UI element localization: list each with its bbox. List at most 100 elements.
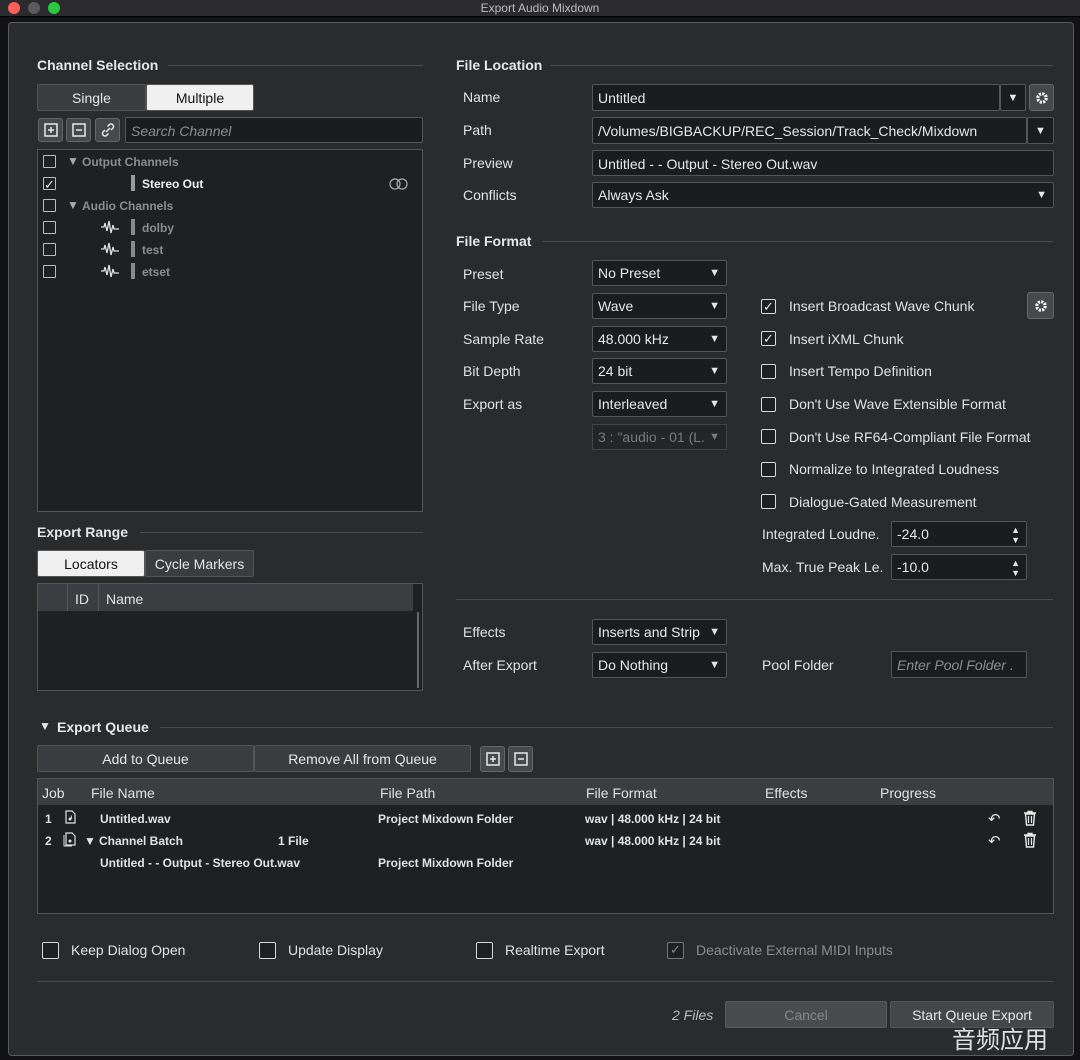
waveform-icon — [100, 220, 120, 237]
collapse-all-icon[interactable] — [66, 118, 91, 142]
stepper-arrows-icon[interactable]: ▲ ▼ — [1011, 558, 1020, 578]
true-peak-stepper[interactable]: -10.0 ▲ ▼ — [891, 554, 1027, 580]
queue-file-name[interactable]: Untitled.wav — [100, 812, 171, 826]
gear-icon[interactable] — [1029, 84, 1054, 111]
tab-locators[interactable]: Locators — [37, 550, 145, 577]
undo-icon[interactable]: ↶ — [988, 832, 1001, 850]
range-table-header — [38, 584, 413, 611]
conflicts-select[interactable]: Always Ask ▼ — [592, 182, 1054, 208]
audio-channels-group: Audio Channels — [82, 199, 174, 213]
queue-file-count: 1 File — [278, 834, 309, 848]
etset-checkbox[interactable] — [43, 265, 56, 278]
name-dropdown-button[interactable]: ▼ — [1000, 84, 1026, 111]
channel-value: 3 : "audio - 01 (L. — [598, 429, 705, 445]
name-input[interactable]: Untitled — [592, 84, 1000, 111]
wave-extensible-label: Don't Use Wave Extensible Format — [789, 396, 1006, 412]
divider — [168, 65, 423, 66]
gear-icon[interactable] — [1027, 292, 1054, 319]
keep-dialog-open-label: Keep Dialog Open — [71, 942, 186, 958]
column-header-name[interactable]: Name — [106, 591, 143, 607]
pool-folder-input[interactable]: Enter Pool Folder . — [891, 651, 1027, 678]
channel-item-dolby[interactable]: dolby — [142, 221, 174, 235]
preset-select[interactable]: No Preset ▼ — [592, 260, 727, 286]
tab-cycle-markers[interactable]: Cycle Markers — [145, 550, 254, 577]
stepper-arrows-icon[interactable]: ▲ ▼ — [1011, 525, 1020, 545]
audio-channels-checkbox[interactable] — [43, 199, 56, 212]
chevron-down-icon: ▼ — [709, 398, 720, 410]
trash-icon[interactable] — [1022, 810, 1038, 829]
insert-broadcast-wave-checkbox[interactable]: ✓ — [761, 299, 776, 314]
column-header-progress[interactable]: Progress — [880, 785, 936, 801]
keep-dialog-open-checkbox[interactable] — [42, 942, 59, 959]
conflicts-label: Conflicts — [463, 187, 517, 203]
chevron-down-icon[interactable]: ▼ — [67, 154, 79, 168]
export-as-select[interactable]: Interleaved ▼ — [592, 391, 727, 417]
wave-extensible-checkbox[interactable] — [761, 397, 776, 412]
divider — [542, 241, 1053, 242]
dolby-checkbox[interactable] — [43, 221, 56, 234]
files-count: 2 Files — [672, 1007, 714, 1023]
multiple-mode-button[interactable]: Multiple — [146, 84, 254, 111]
integrated-loudness-stepper[interactable]: -24.0 ▲ ▼ — [891, 521, 1027, 547]
effects-select[interactable]: Inserts and Strip ▼ — [592, 619, 727, 645]
file-type-select[interactable]: Wave ▼ — [592, 293, 727, 319]
divider — [67, 584, 68, 611]
cancel-button[interactable]: Cancel — [725, 1001, 887, 1028]
sample-rate-select[interactable]: 48.000 kHz ▼ — [592, 326, 727, 352]
normalize-loudness-checkbox[interactable] — [761, 462, 776, 477]
title-bar: Export Audio Mixdown — [0, 0, 1080, 17]
batch-file-icon — [63, 832, 76, 850]
column-header-file-path[interactable]: File Path — [380, 785, 435, 801]
scrollbar[interactable] — [417, 612, 419, 688]
column-header-file-name[interactable]: File Name — [91, 785, 155, 801]
output-channels-checkbox[interactable] — [43, 155, 56, 168]
column-header-file-format[interactable]: File Format — [586, 785, 657, 801]
pool-folder-label: Pool Folder — [762, 657, 834, 673]
single-mode-button[interactable]: Single — [37, 84, 146, 111]
chevron-down-icon[interactable]: ▼ — [39, 719, 51, 733]
column-header-job[interactable]: Job — [42, 785, 65, 801]
divider — [98, 584, 99, 611]
queue-file-name[interactable]: Channel Batch — [99, 834, 183, 848]
channel-item-test[interactable]: test — [142, 243, 163, 257]
dialogue-gated-checkbox[interactable] — [761, 494, 776, 509]
column-header-id[interactable]: ID — [75, 591, 89, 607]
realtime-export-label: Realtime Export — [505, 942, 605, 958]
realtime-export-checkbox[interactable] — [476, 942, 493, 959]
name-label: Name — [463, 89, 501, 105]
search-channel-input[interactable]: Search Channel — [125, 117, 423, 143]
channel-item-stereo-out[interactable]: Stereo Out — [142, 177, 203, 191]
update-display-checkbox[interactable] — [259, 942, 276, 959]
file-location-heading: File Location — [456, 57, 543, 73]
expand-all-icon[interactable] — [38, 118, 63, 142]
trash-icon[interactable] — [1022, 832, 1038, 851]
chevron-down-icon: ▼ — [709, 333, 720, 345]
stereo-out-checkbox[interactable]: ✓ — [43, 177, 56, 191]
rf64-label: Don't Use RF64-Compliant File Format — [789, 429, 1031, 445]
chevron-down-icon: ▼ — [709, 431, 720, 443]
channel-item-etset[interactable]: etset — [142, 265, 170, 279]
chevron-down-icon[interactable]: ▼ — [67, 198, 79, 212]
path-input[interactable]: /Volumes/BIGBACKUP/REC_Session/Track_Che… — [592, 117, 1027, 144]
insert-tempo-checkbox[interactable] — [761, 364, 776, 379]
link-icon[interactable] — [95, 118, 120, 142]
channel-color-strip — [131, 219, 135, 235]
test-checkbox[interactable] — [43, 243, 56, 256]
true-peak-label: Max. True Peak Le. — [762, 559, 884, 575]
column-header-effects[interactable]: Effects — [765, 785, 808, 801]
channel-color-strip — [131, 175, 135, 191]
sample-rate-value: 48.000 kHz — [598, 331, 669, 347]
bit-depth-select[interactable]: 24 bit ▼ — [592, 358, 727, 384]
insert-ixml-checkbox[interactable]: ✓ — [761, 331, 776, 346]
rf64-checkbox[interactable] — [761, 429, 776, 444]
remove-all-from-queue-button[interactable]: Remove All from Queue — [254, 745, 471, 772]
undo-icon[interactable]: ↶ — [988, 810, 1001, 828]
path-dropdown-button[interactable]: ▼ — [1027, 117, 1054, 144]
chevron-down-icon[interactable]: ▼ — [84, 834, 96, 848]
expand-all-icon[interactable] — [480, 746, 505, 772]
chevron-down-icon: ▼ — [709, 626, 720, 638]
after-export-label: After Export — [463, 657, 537, 673]
add-to-queue-button[interactable]: Add to Queue — [37, 745, 254, 772]
after-export-select[interactable]: Do Nothing ▼ — [592, 652, 727, 678]
collapse-all-icon[interactable] — [508, 746, 533, 772]
